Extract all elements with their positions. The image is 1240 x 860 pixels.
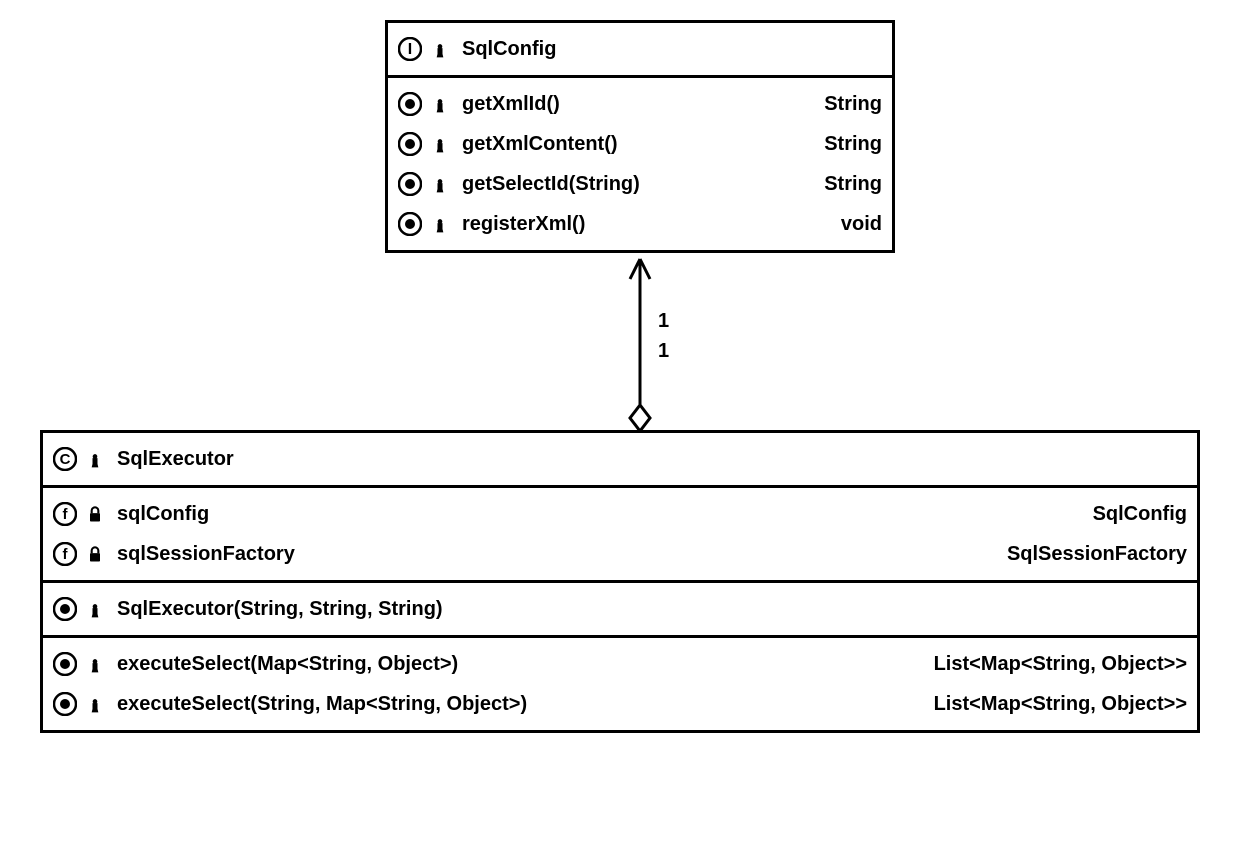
field-row: f sqlConfig SqlConfig	[53, 494, 1187, 534]
method-row: getXmlContent() String	[398, 124, 882, 164]
field-type: SqlSessionFactory	[983, 536, 1187, 572]
class-header: C SqlExecutor	[43, 433, 1197, 485]
svg-text:f: f	[63, 506, 69, 523]
method-icon	[398, 212, 422, 236]
package-visibility-icon	[83, 692, 107, 716]
member-return-type: String	[800, 86, 882, 122]
member-return-type: String	[800, 166, 882, 202]
field-row: f sqlSessionFactory SqlSessionFactory	[53, 534, 1187, 574]
member-signature: getSelectId(String)	[462, 166, 800, 202]
method-icon	[398, 172, 422, 196]
package-visibility-icon	[83, 652, 107, 676]
method-row: getSelectId(String) String	[398, 164, 882, 204]
package-visibility-icon	[428, 92, 452, 116]
method-return-type: List<Map<String, Object>>	[910, 646, 1187, 682]
package-visibility-icon	[428, 212, 452, 236]
method-signature: executeSelect(Map<String, Object>)	[117, 646, 910, 682]
private-visibility-icon	[83, 542, 107, 566]
fields-section: f sqlConfig SqlConfig f sqlSessionFactor…	[43, 485, 1197, 580]
class-sqlconfig: I SqlConfig getXmlId() String	[385, 20, 895, 253]
multiplicity-bottom: 1	[658, 340, 669, 363]
member-signature: getXmlId()	[462, 86, 800, 122]
field-icon: f	[53, 502, 77, 526]
methods-section: executeSelect(Map<String, Object>) List<…	[43, 635, 1197, 730]
class-icon: C	[53, 447, 77, 471]
package-visibility-icon	[428, 37, 452, 61]
method-signature: executeSelect(String, Map<String, Object…	[117, 686, 910, 722]
method-row: getXmlId() String	[398, 84, 882, 124]
package-visibility-icon	[83, 597, 107, 621]
package-visibility-icon	[428, 172, 452, 196]
member-return-type: void	[817, 206, 882, 242]
method-row: executeSelect(String, Map<String, Object…	[53, 684, 1187, 724]
package-visibility-icon	[83, 447, 107, 471]
class-sqlexecutor: C SqlExecutor f sqlConfig SqlConfig f	[40, 430, 1200, 733]
uml-class-diagram: I SqlConfig getXmlId() String	[20, 20, 1220, 840]
svg-text:f: f	[63, 546, 69, 563]
package-visibility-icon	[428, 132, 452, 156]
method-row: executeSelect(Map<String, Object>) List<…	[53, 644, 1187, 684]
method-return-type: List<Map<String, Object>>	[910, 686, 1187, 722]
field-name: sqlConfig	[117, 496, 1069, 532]
private-visibility-icon	[83, 502, 107, 526]
constructor-signature: SqlExecutor(String, String, String)	[117, 591, 1163, 627]
member-signature: getXmlContent()	[462, 126, 800, 162]
field-type: SqlConfig	[1069, 496, 1187, 532]
class-name: SqlConfig	[462, 31, 882, 67]
member-signature: registerXml()	[462, 206, 817, 242]
method-icon	[398, 92, 422, 116]
members-section: getXmlId() String getXmlContent() String…	[388, 75, 892, 250]
ctor-row: SqlExecutor(String, String, String)	[53, 589, 1187, 629]
class-header: I SqlConfig	[388, 23, 892, 75]
svg-text:C: C	[60, 451, 71, 468]
method-icon	[53, 597, 77, 621]
method-icon	[53, 692, 77, 716]
interface-icon: I	[398, 37, 422, 61]
method-icon	[53, 652, 77, 676]
class-name: SqlExecutor	[117, 441, 1187, 477]
field-name: sqlSessionFactory	[117, 536, 983, 572]
method-icon	[398, 132, 422, 156]
multiplicity-top: 1	[658, 310, 669, 333]
member-return-type: String	[800, 126, 882, 162]
field-icon: f	[53, 542, 77, 566]
svg-text:I: I	[408, 41, 412, 58]
method-row: registerXml() void	[398, 204, 882, 244]
constructors-section: SqlExecutor(String, String, String)	[43, 580, 1197, 635]
